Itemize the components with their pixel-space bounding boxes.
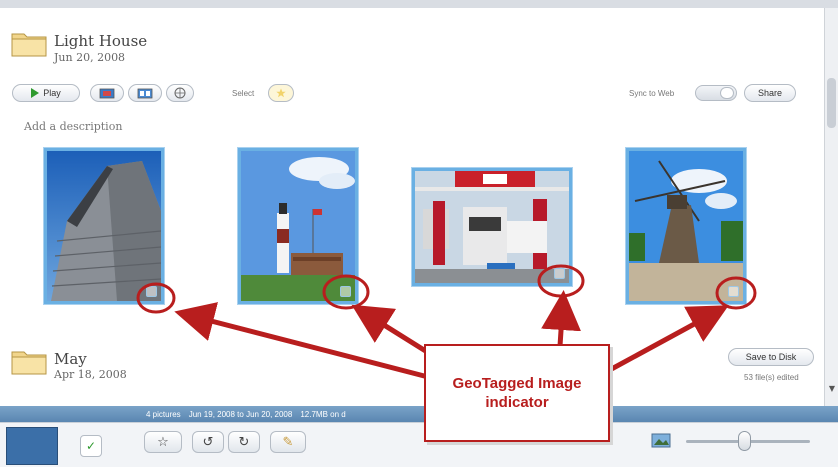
geotag-highlight-circle — [322, 274, 370, 310]
callout-arrow — [603, 305, 729, 375]
callout-arrow — [174, 302, 435, 381]
callout-arrow — [541, 290, 582, 349]
geotag-callout: GeoTagged Image indicator — [424, 344, 610, 442]
annotation-overlay — [136, 264, 757, 381]
geotag-highlight-circle — [136, 282, 176, 314]
geotag-highlight-circle — [715, 276, 757, 310]
geotag-highlight-circle — [537, 264, 585, 298]
